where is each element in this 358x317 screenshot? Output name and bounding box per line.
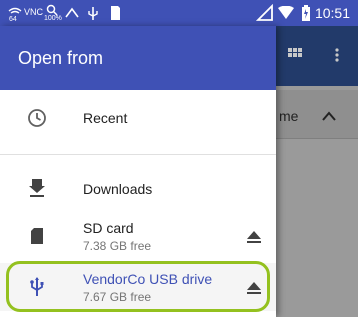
- open-from-drawer: Open from Recent Downloads SD card 7.38 …: [0, 26, 276, 317]
- vnc-label: VNC: [24, 7, 44, 17]
- network-icon: [255, 3, 274, 27]
- drawer-title: Open from: [18, 48, 104, 68]
- usb-icon: [27, 277, 47, 297]
- grid-view-icon[interactable]: [288, 48, 302, 67]
- clock: 10:51: [314, 5, 350, 21]
- drawer-item-label: Downloads: [83, 181, 153, 197]
- drawer-item-sd-card[interactable]: SD card 7.38 GB free: [0, 212, 276, 260]
- drawer-item-label: Recent: [83, 110, 128, 126]
- status-bar: 64 VNC 100% 10:51: [0, 0, 358, 26]
- eject-icon[interactable]: [247, 281, 261, 299]
- drawer-item-label: SD card: [83, 220, 134, 236]
- drawer-item-free-space: 7.38 GB free: [83, 239, 152, 253]
- cell-label: 64: [9, 16, 17, 23]
- battery-icon: [301, 5, 311, 26]
- percent-label: 100%: [44, 15, 62, 22]
- eject-icon[interactable]: [247, 230, 261, 248]
- drawer-item-recent[interactable]: Recent: [0, 94, 276, 142]
- drawer-item-usb-drive[interactable]: VendorCo USB drive 7.67 GB free: [0, 263, 276, 311]
- download-icon: [27, 179, 47, 199]
- drawer-item-free-space: 7.67 GB free: [83, 290, 152, 304]
- drawer-divider: [0, 154, 276, 155]
- clock-icon: [27, 108, 47, 128]
- drawer-header: Open from: [0, 26, 276, 90]
- usb-status-icon: [86, 5, 100, 26]
- chevron-up-icon[interactable]: [322, 108, 336, 126]
- more-options-icon[interactable]: [335, 48, 339, 67]
- sd-card-icon: [27, 226, 47, 246]
- sort-label[interactable]: me: [279, 108, 298, 124]
- wifi-icon: [277, 5, 295, 25]
- drawer-item-label: VendorCo USB drive: [83, 271, 213, 287]
- nfc-icon: [64, 5, 80, 26]
- drawer-item-downloads[interactable]: Downloads: [0, 165, 276, 213]
- sd-status-icon: [109, 5, 121, 26]
